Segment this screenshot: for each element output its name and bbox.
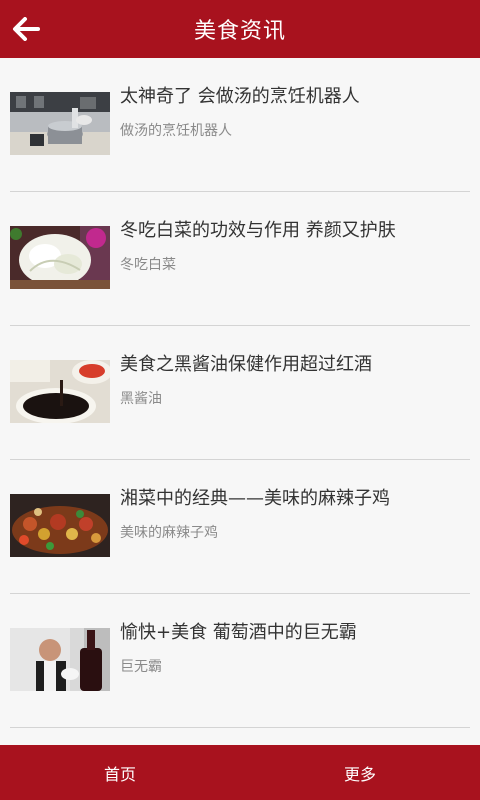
nav-home-button[interactable]: 首页 [0,745,240,800]
soy-sauce-thumbnail [10,360,110,423]
list-item[interactable]: 愉快+美食 葡萄酒中的巨无霸 巨无霸 [10,594,470,728]
article-title: 愉快+美食 葡萄酒中的巨无霸 [120,622,357,643]
article-subtitle: 冬吃白菜 [120,257,176,273]
list-item[interactable]: 美食之黑酱油保健作用超过红酒 黑酱油 [10,326,470,460]
article-subtitle: 做汤的烹饪机器人 [120,123,232,139]
article-subtitle: 美味的麻辣子鸡 [120,525,218,541]
article-title: 美食之黑酱油保健作用超过红酒 [120,354,372,375]
article-title: 冬吃白菜的功效与作用 养颜又护肤 [120,220,396,241]
arrow-left-icon [13,17,40,41]
article-subtitle: 巨无霸 [120,659,162,675]
list-item[interactable]: 湘菜中的经典——美味的麻辣子鸡 美味的麻辣子鸡 [10,460,470,594]
list-item[interactable]: 太神奇了 会做汤的烹饪机器人 做汤的烹饪机器人 [10,58,470,192]
page-title: 美食资讯 [193,19,286,44]
nav-more-button[interactable]: 更多 [240,745,480,800]
wine-thumbnail [10,628,110,691]
app-header: 美食资讯 [0,0,480,58]
cabbage-thumbnail [10,226,110,289]
article-title: 太神奇了 会做汤的烹饪机器人 [120,86,360,107]
article-list: 太神奇了 会做汤的烹饪机器人 做汤的烹饪机器人 冬吃白菜的功效与作用 养颜又护肤… [0,58,480,728]
list-item[interactable]: 冬吃白菜的功效与作用 养颜又护肤 冬吃白菜 [10,192,470,326]
article-title: 湘菜中的经典——美味的麻辣子鸡 [120,488,390,509]
spicy-chicken-thumbnail [10,494,110,557]
robot-cooking-thumbnail [10,92,110,155]
article-subtitle: 黑酱油 [120,391,162,407]
bottom-nav: 首页 更多 [0,745,480,800]
back-button[interactable] [6,9,46,49]
